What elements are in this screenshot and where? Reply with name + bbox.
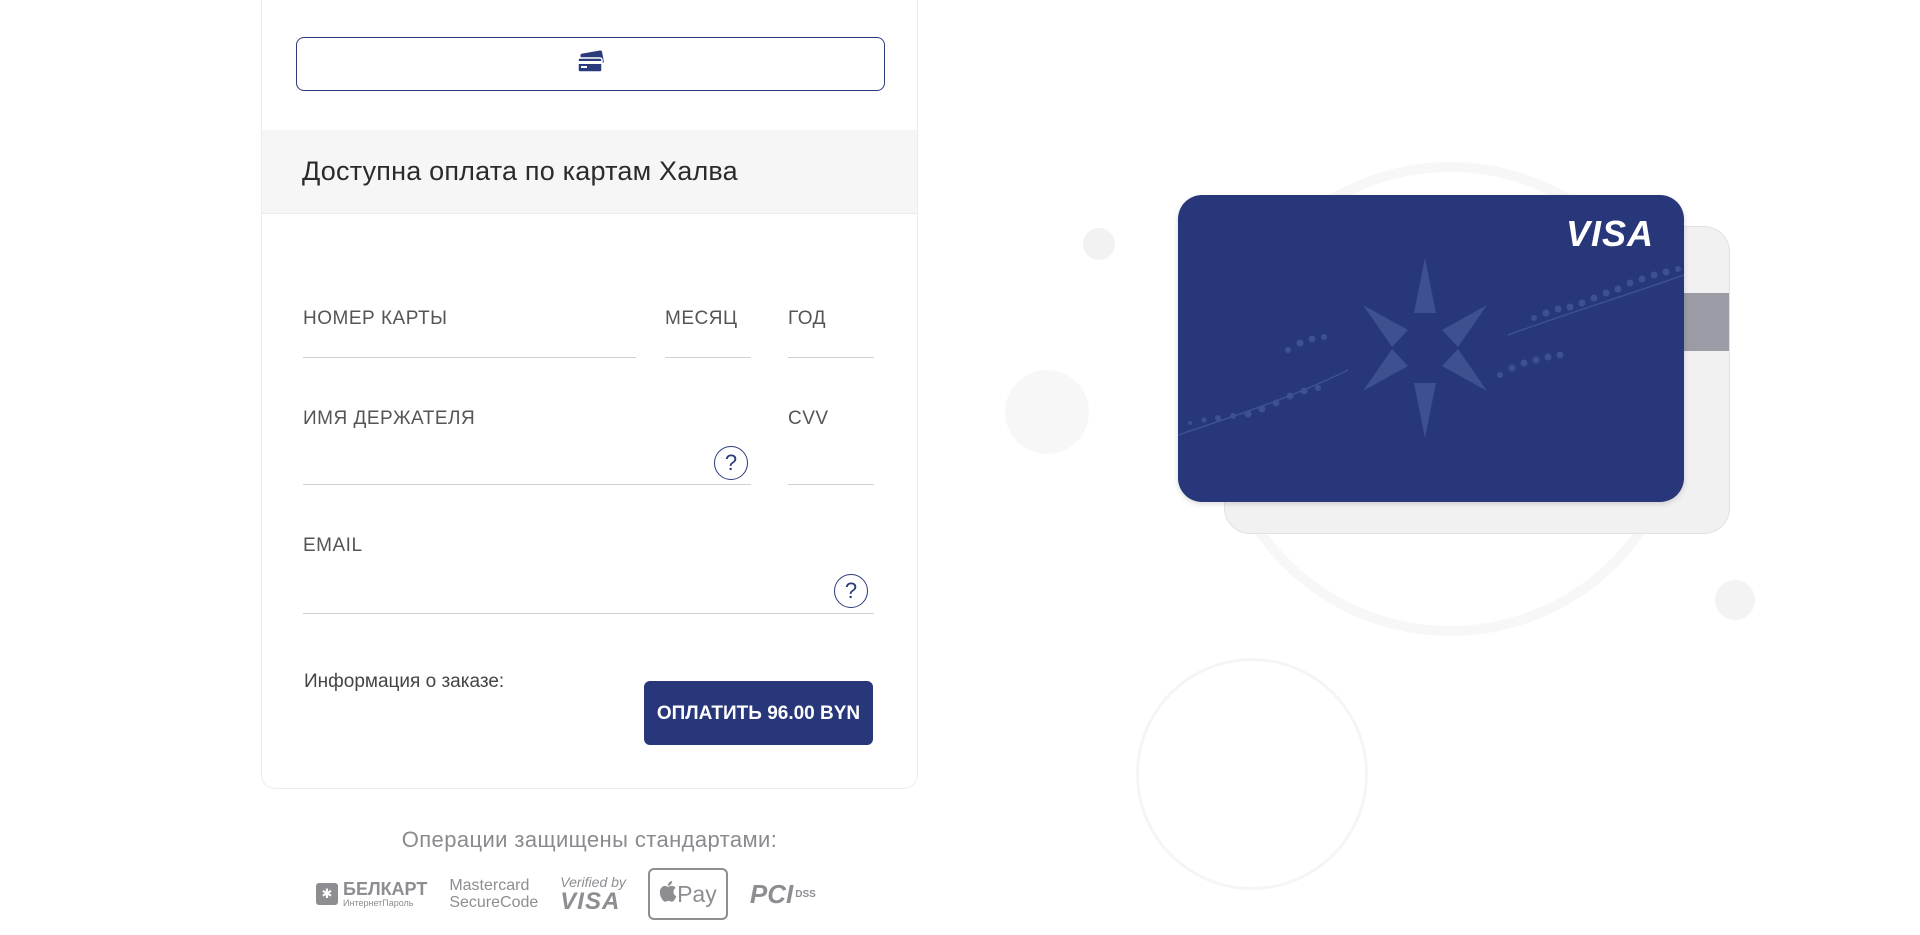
- month-field[interactable]: МЕСЯЦ: [665, 300, 751, 358]
- apple-icon: [659, 880, 677, 908]
- card-number-input[interactable]: [303, 325, 636, 355]
- belkart-logo: ✱ БЕЛКАРТ ИнтернетПароль: [316, 880, 427, 908]
- vbv-line2: VISA: [560, 887, 621, 915]
- email-label: EMAIL: [303, 535, 363, 556]
- cvv-label: CVV: [788, 408, 829, 429]
- card-payment-method-button[interactable]: [296, 37, 885, 91]
- credit-card-icon: [576, 49, 606, 80]
- pci-dss-logo: PCI DSS: [750, 879, 816, 910]
- cvv-field[interactable]: CVV: [788, 400, 874, 485]
- halva-notice-text: Доступна оплата по картам Халва: [302, 156, 738, 186]
- decor-circle-small: [1136, 658, 1368, 890]
- cvv-input[interactable]: [788, 452, 874, 482]
- email-input[interactable]: [303, 581, 823, 611]
- card-holder-input[interactable]: [303, 452, 703, 482]
- year-field[interactable]: ГОД: [788, 300, 874, 358]
- apple-pay-text: Pay: [677, 880, 717, 907]
- order-info-label: Информация о заказе:: [304, 671, 505, 692]
- mastercard-line2: SecureCode: [449, 894, 539, 911]
- payment-form-panel: Доступна оплата по картам Халва НОМЕР КА…: [261, 0, 918, 789]
- card-front-graphic: VISA: [1178, 195, 1684, 502]
- question-icon: ?: [724, 450, 738, 475]
- mastercard-line1: Mastercard: [449, 877, 530, 894]
- card-star-emblem: [1178, 258, 1684, 438]
- apple-pay-logo: Pay: [647, 868, 728, 920]
- question-icon: ?: [844, 578, 858, 603]
- card-holder-field[interactable]: ИМЯ ДЕРЖАТЕЛЯ: [303, 400, 751, 485]
- email-field[interactable]: EMAIL: [303, 528, 874, 614]
- email-help-icon[interactable]: ?: [834, 574, 868, 608]
- pci-text: PCI: [749, 878, 794, 909]
- pay-button[interactable]: ОПЛАТИТЬ 96.00 BYN: [644, 681, 873, 745]
- verified-by-visa-logo: Verified by VISA: [560, 874, 626, 915]
- card-number-field[interactable]: НОМЕР КАРТЫ: [303, 300, 636, 358]
- pci-dss-text: DSS: [795, 888, 816, 900]
- belkart-subtitle: ИнтернетПароль: [343, 898, 414, 908]
- mastercard-securecode-logo: Mastercard SecureCode: [449, 877, 538, 911]
- decor-dot: [1005, 370, 1089, 454]
- belkart-icon: ✱: [316, 883, 338, 905]
- security-caption: Операции защищены стандартами:: [401, 827, 778, 852]
- year-input[interactable]: [788, 325, 874, 355]
- security-logos: ✱ БЕЛКАРТ ИнтернетПароль Mastercard Secu…: [316, 866, 816, 922]
- halva-notice-bar: Доступна оплата по картам Халва: [262, 130, 917, 214]
- card-holder-label: ИМЯ ДЕРЖАТЕЛЯ: [303, 408, 476, 429]
- decor-dot: [1715, 580, 1755, 620]
- month-input[interactable]: [665, 325, 751, 355]
- belkart-title: БЕЛКАРТ: [343, 879, 428, 899]
- decor-dot: [1083, 228, 1115, 260]
- card-holder-help-icon[interactable]: ?: [714, 446, 748, 480]
